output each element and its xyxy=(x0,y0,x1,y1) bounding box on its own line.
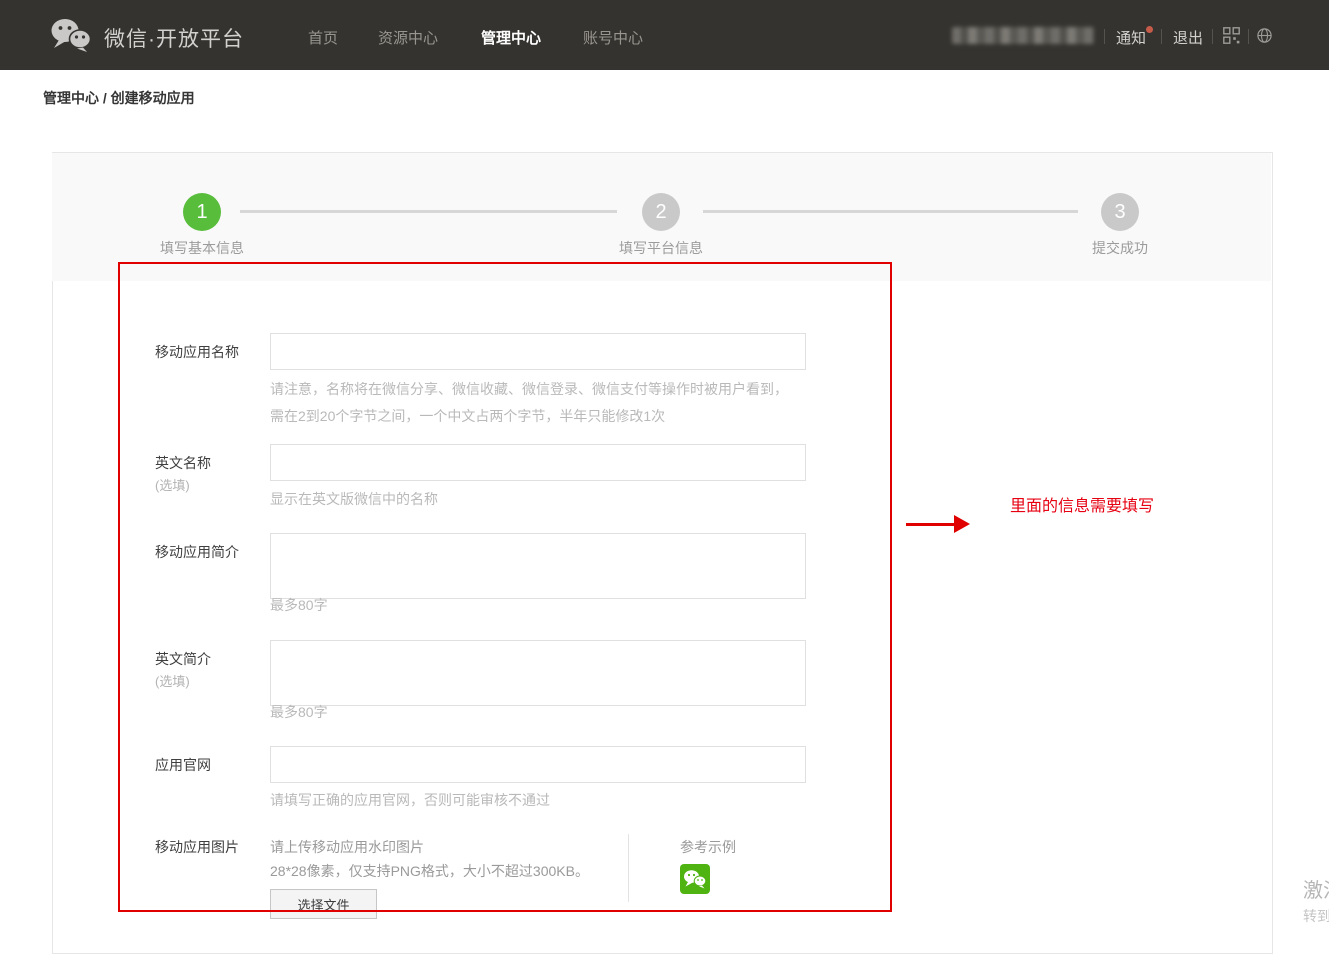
notifications-link[interactable]: 通知 xyxy=(1116,27,1146,48)
choose-file-button[interactable]: 选择文件 xyxy=(270,889,377,919)
step-2-circle: 2 xyxy=(642,193,680,231)
annotation-arrow xyxy=(906,523,954,526)
app-intro-en-help: 最多80字 xyxy=(270,702,328,722)
nav-item-home[interactable]: 首页 xyxy=(308,27,338,48)
app-name-label: 移动应用名称 xyxy=(155,342,239,362)
nav-item-account[interactable]: 账号中心 xyxy=(583,27,643,48)
nav-item-resources[interactable]: 资源中心 xyxy=(378,27,438,48)
app-intro-label: 移动应用简介 xyxy=(155,542,239,562)
app-site-input[interactable] xyxy=(270,746,806,783)
app-name-en-input[interactable] xyxy=(270,444,806,481)
brand-logo[interactable]: 微信·开放平台 xyxy=(50,18,244,57)
app-name-help-line1: 请注意，名称将在微信分享、微信收藏、微信登录、微信支付等操作时被用户看到， xyxy=(270,379,788,399)
header-divider xyxy=(1248,29,1249,44)
app-intro-en-textarea[interactable] xyxy=(270,640,806,706)
nav-item-management[interactable]: 管理中心 xyxy=(481,27,541,48)
header-divider xyxy=(1104,29,1105,44)
wechat-logo-icon xyxy=(50,18,94,57)
app-name-input[interactable] xyxy=(270,333,806,370)
wechat-example-icon xyxy=(680,864,710,894)
app-name-en-label: 英文名称 xyxy=(155,453,211,473)
step-3-label: 提交成功 xyxy=(1092,238,1148,258)
step-1-circle: 1 xyxy=(183,193,221,231)
app-image-tip-line2: 28*28像素，仅支持PNG格式，大小不超过300KB。 xyxy=(270,861,589,881)
username-redacted[interactable] xyxy=(952,27,1094,44)
breadcrumb-current: 创建移动应用 xyxy=(111,90,195,106)
step-connector xyxy=(703,210,1078,213)
logout-link[interactable]: 退出 xyxy=(1173,27,1203,48)
upload-example-divider xyxy=(628,834,629,902)
app-name-help-line2: 需在2到20个字节之间，一个中文占两个字节，半年只能修改1次 xyxy=(270,406,665,426)
app-site-help: 请填写正确的应用官网，否则可能审核不通过 xyxy=(270,790,550,810)
app-image-label: 移动应用图片 xyxy=(155,837,239,857)
brand-title: 微信·开放平台 xyxy=(104,23,244,53)
activation-watermark: 激活 转到 xyxy=(1303,874,1329,926)
annotation-arrow-head xyxy=(954,515,970,533)
top-navbar: 微信·开放平台 首页 资源中心 管理中心 账号中心 通知 退出 xyxy=(0,0,1329,70)
step-2-label: 填写平台信息 xyxy=(619,238,703,258)
breadcrumb-parent[interactable]: 管理中心 xyxy=(43,90,99,106)
app-intro-en-label: 英文简介 xyxy=(155,649,211,669)
language-globe-icon[interactable] xyxy=(1257,28,1272,48)
notification-dot xyxy=(1146,26,1153,33)
header-divider xyxy=(1161,29,1162,44)
app-name-en-help: 显示在英文版微信中的名称 xyxy=(270,489,438,509)
app-intro-help: 最多80字 xyxy=(270,595,328,615)
step-1-label: 填写基本信息 xyxy=(160,238,244,258)
breadcrumb-separator: / xyxy=(99,90,111,106)
watermark-line2: 转到 xyxy=(1303,906,1329,926)
example-label: 参考示例 xyxy=(680,837,736,857)
app-intro-en-optional: (选填) xyxy=(155,671,190,690)
app-image-tip-line1: 请上传移动应用水印图片 xyxy=(270,837,424,857)
app-site-label: 应用官网 xyxy=(155,755,211,775)
annotation-text: 里面的信息需要填写 xyxy=(1010,492,1154,516)
step-connector xyxy=(240,210,617,213)
app-name-en-optional: (选填) xyxy=(155,475,190,494)
watermark-line1: 激活 xyxy=(1303,874,1329,903)
breadcrumb: 管理中心 / 创建移动应用 xyxy=(43,88,195,108)
app-intro-textarea[interactable] xyxy=(270,533,806,599)
step-3-circle: 3 xyxy=(1101,193,1139,231)
header-divider xyxy=(1212,29,1213,44)
qr-code-icon[interactable] xyxy=(1223,27,1240,49)
